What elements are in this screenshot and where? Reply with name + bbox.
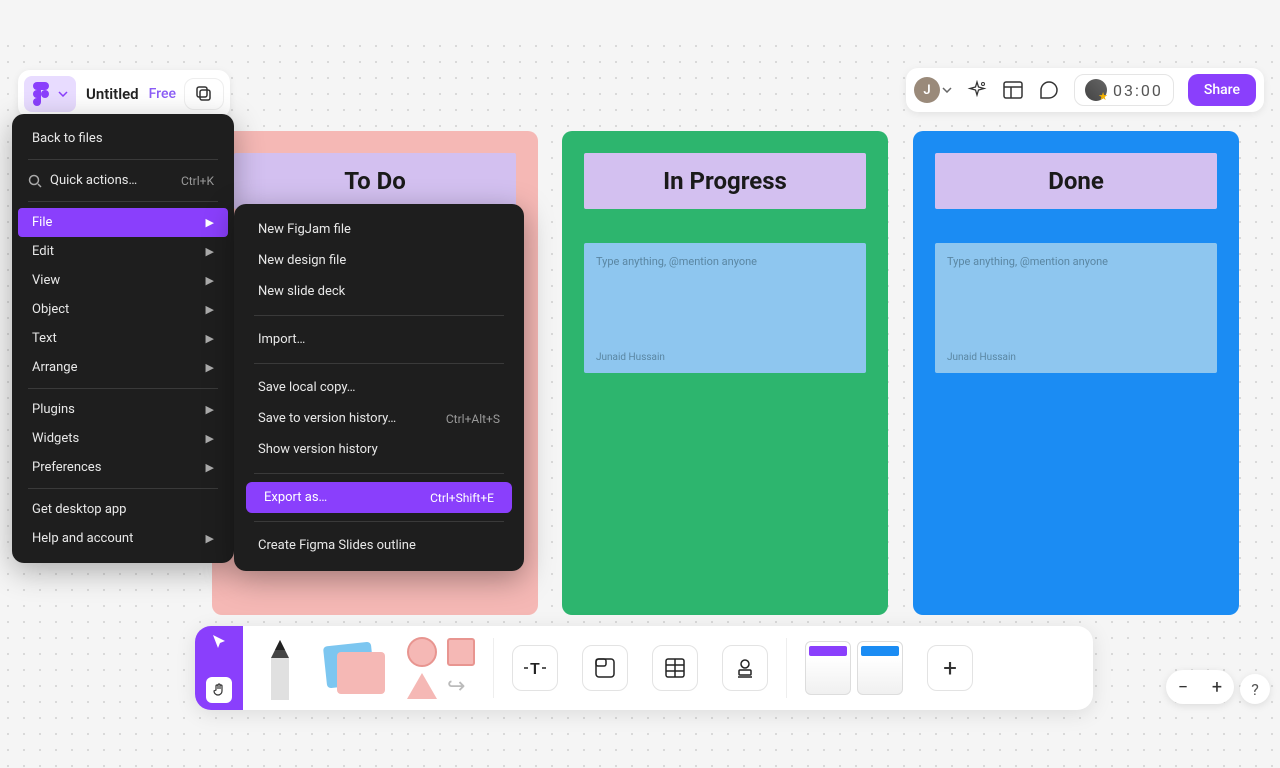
table-icon — [664, 657, 686, 679]
submenu-divider — [254, 315, 504, 316]
widget-card-icon — [857, 641, 903, 695]
toolbar-handle — [195, 626, 243, 710]
main-menu: Back to files Quick actions…Ctrl+K File▶… — [12, 114, 234, 563]
stamp-tool[interactable] — [722, 645, 768, 691]
submenu-import[interactable]: Import… — [240, 324, 518, 355]
submenu-divider — [254, 521, 504, 522]
text-icon: T — [522, 658, 548, 678]
hand-tool[interactable] — [206, 677, 232, 703]
submenu-new-figjam[interactable]: New FigJam file — [240, 214, 518, 245]
menu-divider — [28, 159, 218, 160]
table-tool[interactable] — [652, 645, 698, 691]
shapes-tool[interactable]: ↪ — [407, 637, 475, 699]
section-icon — [594, 657, 616, 679]
submenu-save-history[interactable]: Save to version history…Ctrl+Alt+S — [240, 403, 518, 434]
column-done[interactable]: Done Type anything, @mention anyone Juna… — [913, 131, 1239, 615]
sticky-placeholder: Type anything, @mention anyone — [947, 255, 1205, 268]
submenu-new-design[interactable]: New design file — [240, 245, 518, 276]
search-icon — [28, 174, 42, 188]
pencil-tool[interactable] — [261, 636, 299, 700]
widget-card-icon — [805, 641, 851, 695]
submenu-divider — [254, 473, 504, 474]
column-header-todo: To Do — [234, 153, 516, 209]
menu-back-to-files[interactable]: Back to files — [18, 124, 228, 153]
menu-quick-actions[interactable]: Quick actions…Ctrl+K — [18, 166, 228, 195]
sparkle-icon — [967, 80, 987, 100]
chevron-down-icon — [942, 87, 952, 93]
column-header-progress: In Progress — [584, 153, 866, 209]
sticky-note[interactable]: Type anything, @mention anyone Junaid Hu… — [935, 243, 1217, 373]
menu-plugins[interactable]: Plugins▶ — [18, 395, 228, 424]
file-title[interactable]: Untitled — [86, 85, 139, 103]
menu-arrange[interactable]: Arrange▶ — [18, 353, 228, 382]
sticky-preview-icon — [337, 652, 385, 694]
menu-help[interactable]: Help and account▶ — [18, 524, 228, 553]
zoom-controls: − + — [1166, 670, 1234, 704]
menu-view[interactable]: View▶ — [18, 266, 228, 295]
sticky-placeholder: Type anything, @mention anyone — [596, 255, 854, 268]
square-shape-icon — [447, 638, 475, 666]
sticky-note-tool[interactable] — [323, 642, 383, 694]
menu-text[interactable]: Text▶ — [18, 324, 228, 353]
comment-icon — [1039, 80, 1059, 100]
submenu-create-slides[interactable]: Create Figma Slides outline — [240, 530, 518, 561]
menu-widgets[interactable]: Widgets▶ — [18, 424, 228, 453]
layout-icon — [1003, 81, 1023, 99]
figma-menu-chip[interactable] — [24, 76, 76, 112]
copy-button[interactable] — [184, 78, 224, 110]
layout-button[interactable] — [1002, 79, 1024, 101]
plan-badge: Free — [149, 86, 176, 102]
add-tool-button[interactable]: + — [927, 645, 973, 691]
menu-divider — [28, 201, 218, 202]
cursor-tool[interactable] — [210, 633, 228, 651]
sticky-author: Junaid Hussain — [596, 352, 665, 363]
bottom-toolbar: ↪ T + — [195, 626, 1093, 710]
sticky-note[interactable]: Type anything, @mention anyone Junaid Hu… — [584, 243, 866, 373]
comment-button[interactable] — [1038, 79, 1060, 101]
copy-icon — [195, 85, 213, 103]
chevron-down-icon — [58, 91, 68, 97]
section-tool[interactable] — [582, 645, 628, 691]
submenu-divider — [254, 363, 504, 364]
ai-sparkle-button[interactable] — [966, 79, 988, 101]
menu-get-desktop[interactable]: Get desktop app — [18, 495, 228, 524]
submenu-show-history[interactable]: Show version history — [240, 434, 518, 465]
menu-object[interactable]: Object▶ — [18, 295, 228, 324]
menu-preferences[interactable]: Preferences▶ — [18, 453, 228, 482]
zoom-in-button[interactable]: + — [1200, 670, 1234, 704]
share-button[interactable]: Share — [1188, 74, 1256, 106]
user-menu[interactable]: J — [914, 77, 952, 103]
sticky-author: Junaid Hussain — [947, 352, 1016, 363]
text-tool[interactable]: T — [512, 645, 558, 691]
widget-previews[interactable] — [805, 641, 903, 695]
zoom-out-button[interactable]: − — [1166, 670, 1200, 704]
file-header: Untitled Free — [18, 70, 230, 118]
menu-edit[interactable]: Edit▶ — [18, 237, 228, 266]
top-right-bar: J 03:00 Share — [906, 68, 1264, 112]
timer-value: 03:00 — [1113, 81, 1163, 100]
hand-icon — [211, 682, 227, 698]
menu-divider — [28, 388, 218, 389]
timer-avatar-icon — [1085, 79, 1107, 101]
circle-shape-icon — [407, 637, 437, 667]
avatar: J — [914, 77, 940, 103]
column-header-done: Done — [935, 153, 1217, 209]
help-button[interactable]: ? — [1240, 674, 1270, 704]
submenu-save-local[interactable]: Save local copy… — [240, 372, 518, 403]
submenu-new-slide[interactable]: New slide deck — [240, 276, 518, 307]
stamp-icon — [734, 657, 756, 679]
connector-arrow-icon: ↪ — [447, 674, 465, 699]
triangle-shape-icon — [407, 673, 437, 699]
column-in-progress[interactable]: In Progress Type anything, @mention anyo… — [562, 131, 888, 615]
file-submenu: New FigJam file New design file New slid… — [234, 204, 524, 571]
figma-logo-icon — [32, 82, 50, 106]
timer-pill[interactable]: 03:00 — [1074, 74, 1174, 106]
submenu-export[interactable]: Export as…Ctrl+Shift+E — [246, 482, 512, 513]
svg-text:T: T — [530, 659, 540, 678]
menu-file[interactable]: File▶ — [18, 208, 228, 237]
menu-divider — [28, 488, 218, 489]
